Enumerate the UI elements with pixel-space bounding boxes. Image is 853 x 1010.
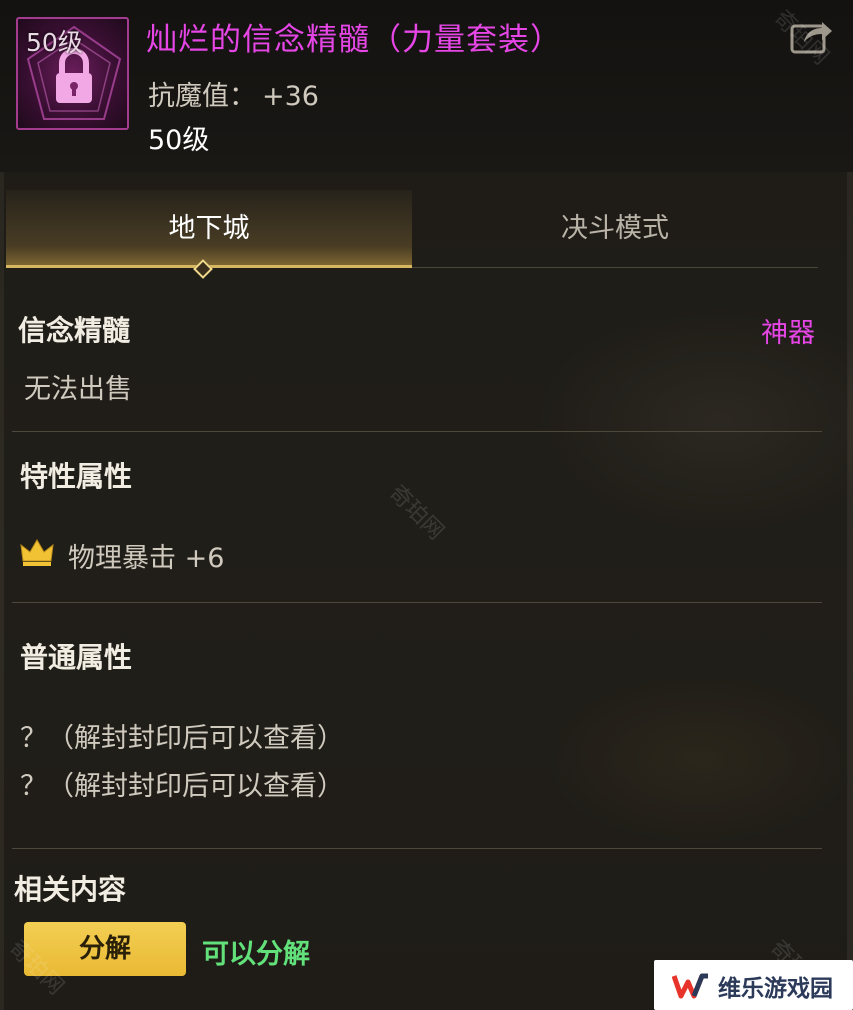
trait-line: 物理暴击 +6 xyxy=(68,543,225,574)
stat-value: +36 xyxy=(262,81,319,112)
item-level: 50级 xyxy=(148,125,210,156)
rarity-label: 神器 xyxy=(761,318,815,349)
tab-pvp[interactable]: 决斗模式 xyxy=(412,190,818,268)
common-attrs-title: 普通属性 xyxy=(20,641,133,674)
trade-restriction: 无法出售 xyxy=(24,374,132,405)
item-header: 50级 灿烂的信念精髓（力量套装） 抗魔值： +36 50级 xyxy=(0,0,853,172)
site-badge-text: 维乐游戏园 xyxy=(718,976,833,1002)
divider xyxy=(12,848,822,849)
item-type-name: 信念精髓 xyxy=(18,314,131,347)
item-level-overlay: 50级 xyxy=(26,28,83,57)
site-badge: 维乐游戏园 xyxy=(654,960,853,1010)
decompose-status: 可以分解 xyxy=(202,939,310,970)
divider xyxy=(12,431,822,432)
magic-resist-stat: 抗魔值： +36 xyxy=(148,74,319,113)
mode-tabs: 地下城 决斗模式 xyxy=(6,190,826,270)
tab-dungeon[interactable]: 地下城 xyxy=(6,190,412,268)
divider xyxy=(12,602,822,603)
stat-label: 抗魔值： xyxy=(148,81,256,112)
item-icon[interactable]: 50级 xyxy=(16,17,129,130)
traits-title: 特性属性 xyxy=(20,460,133,493)
sealed-attr-line: ？（解封封印后可以查看） xyxy=(20,771,344,802)
w-logo-icon xyxy=(672,973,708,999)
related-title: 相关内容 xyxy=(14,873,127,906)
sealed-attr-line: ？（解封封印后可以查看） xyxy=(20,723,344,754)
crown-icon xyxy=(20,539,54,566)
item-name: 灿烂的信念精髓（力量套装） xyxy=(146,22,562,58)
